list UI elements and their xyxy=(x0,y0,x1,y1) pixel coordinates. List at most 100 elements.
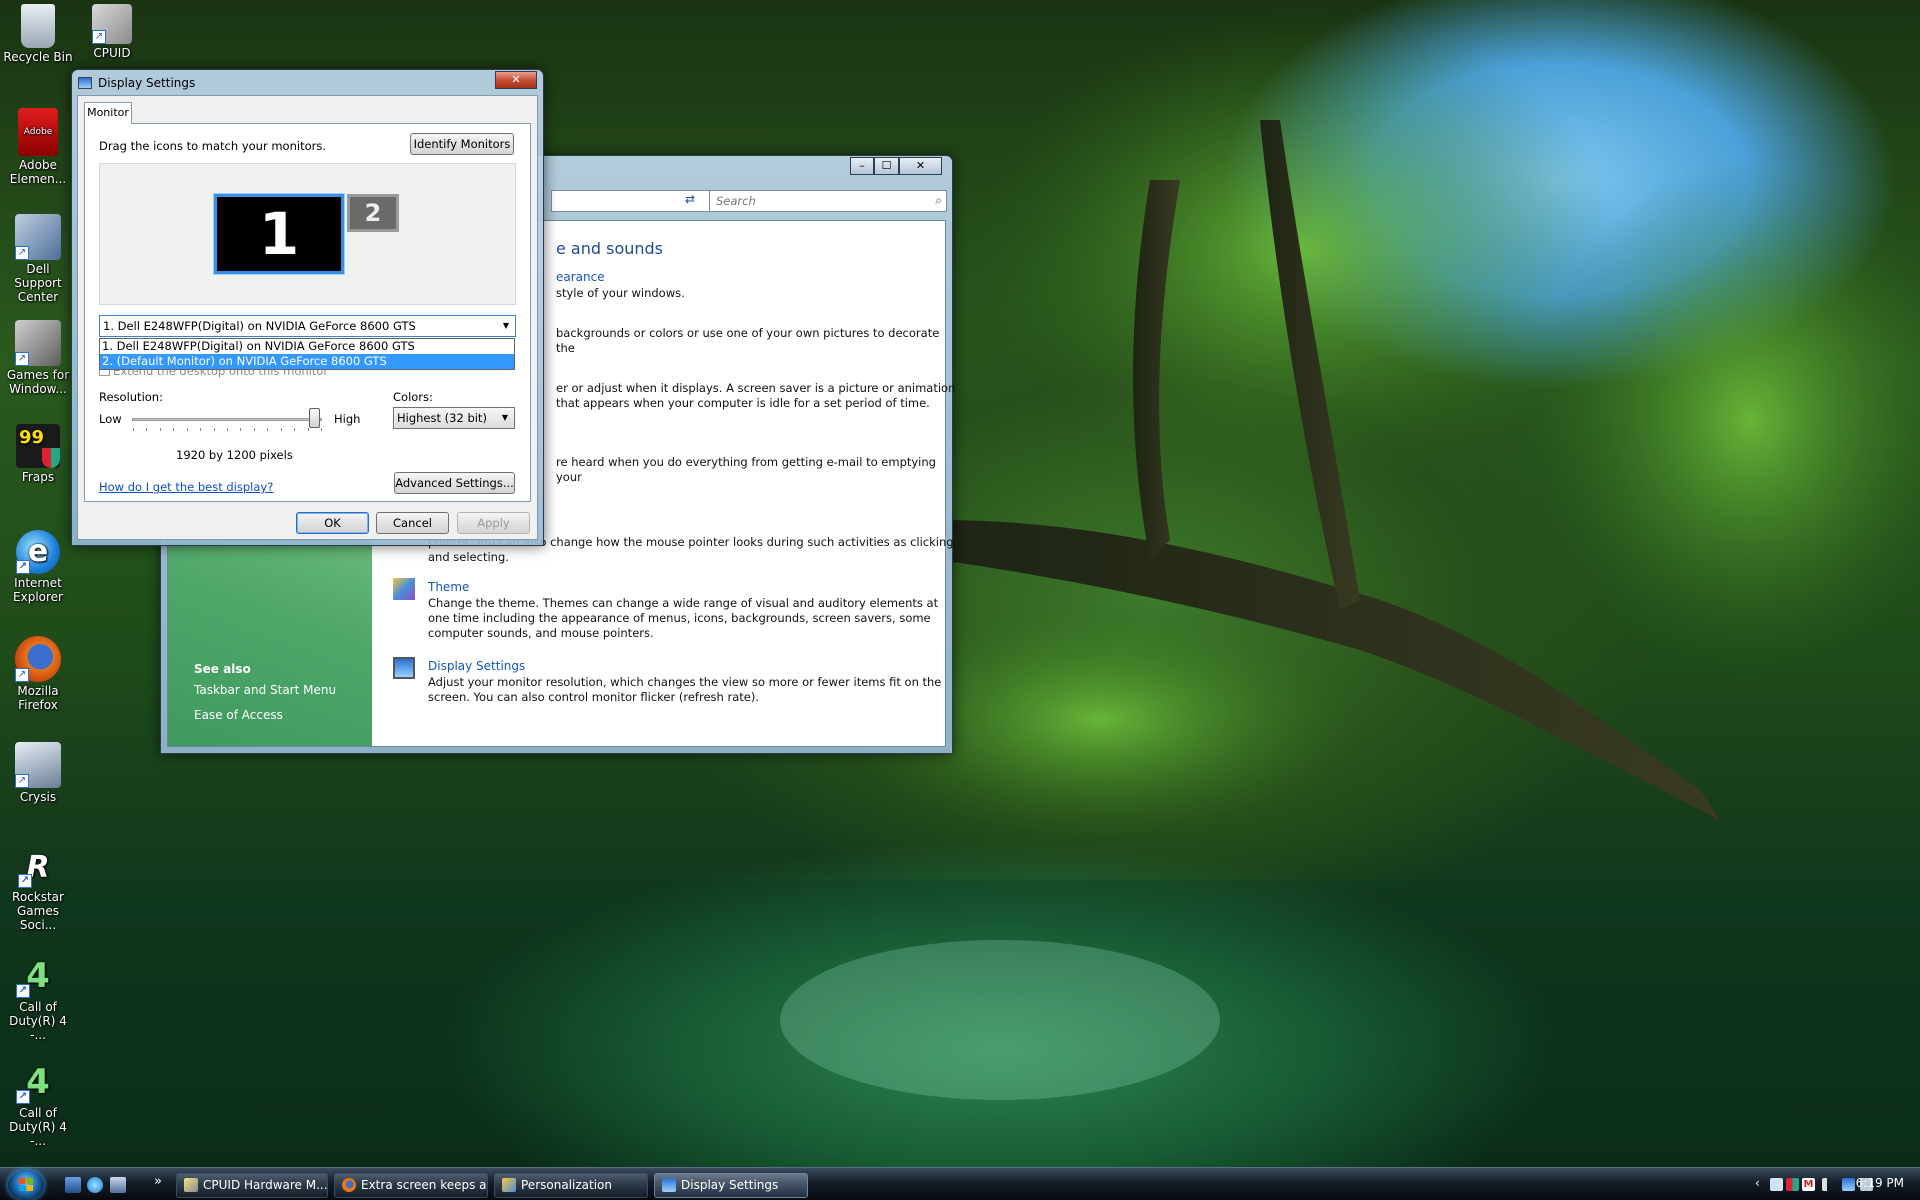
desktop-icon-cpuid[interactable]: ↗ CPUID xyxy=(75,4,149,60)
task-link-window-color[interactable]: earance xyxy=(556,270,605,284)
minimize-button[interactable]: – xyxy=(850,157,874,175)
personalization-icon xyxy=(502,1178,516,1192)
display-settings-icon xyxy=(78,77,92,89)
slider-tick xyxy=(267,428,268,431)
dialog-titlebar[interactable]: Display Settings xyxy=(72,70,543,96)
desktop-icon-label: Games for Window... xyxy=(6,368,70,396)
theme-icon xyxy=(393,578,415,600)
network-icon[interactable] xyxy=(1770,1178,1783,1191)
colors-select[interactable]: Highest (32 bit) ▼ xyxy=(393,407,515,429)
desktop-icon-adobe[interactable]: Adobe Adobe Elemen... xyxy=(1,108,75,186)
task-link-theme[interactable]: Theme xyxy=(428,580,469,594)
slider-tick xyxy=(187,428,188,431)
desktop-icon-label: Internet Explorer xyxy=(13,576,63,604)
rockstar-icon: R ↗ xyxy=(18,848,58,888)
tab-monitor[interactable]: Monitor xyxy=(84,102,132,124)
monitor-select[interactable]: 1. Dell E248WFP(Digital) on NVIDIA GeFor… xyxy=(99,315,516,337)
instruction-text: Drag the icons to match your monitors. xyxy=(99,139,326,153)
taskbar-item-firefox[interactable]: Extra screen keeps a... xyxy=(334,1173,488,1198)
desktop-icon-label: CPUID xyxy=(93,46,131,60)
desktop-icon-crysis[interactable]: ↗ Crysis xyxy=(1,742,75,804)
task-link-display-settings[interactable]: Display Settings xyxy=(428,659,525,673)
taskbar-item-personalization[interactable]: Personalization xyxy=(494,1173,648,1198)
apply-button[interactable]: Apply xyxy=(457,512,530,534)
internet-explorer-icon[interactable] xyxy=(87,1177,103,1193)
desktop-icon-label: Mozilla Firefox xyxy=(17,684,59,712)
advanced-settings-button[interactable]: Advanced Settings... xyxy=(394,472,515,494)
resolution-low-label: Low xyxy=(99,412,122,426)
windows-logo-icon xyxy=(19,1178,33,1191)
slider-tick xyxy=(160,428,161,431)
close-button[interactable]: ✕ xyxy=(495,71,537,89)
start-button[interactable] xyxy=(8,1170,44,1200)
firefox-icon: ↗ xyxy=(15,636,61,682)
slider-tick xyxy=(254,428,255,431)
desktop-icon-firefox[interactable]: ↗ Mozilla Firefox xyxy=(1,636,75,712)
show-desktop-icon[interactable] xyxy=(65,1177,81,1193)
search-box[interactable]: ⌕ xyxy=(709,190,947,212)
resolution-slider-track[interactable] xyxy=(132,418,322,421)
desktop-icon-call-of-duty-2[interactable]: 4 ↗ Call of Duty(R) 4 -... xyxy=(1,1060,75,1148)
see-also-heading: See also xyxy=(194,662,251,676)
desktop-icon-internet-explorer[interactable]: e ↗ Internet Explorer xyxy=(1,530,75,604)
desktop-icon-rockstar[interactable]: R ↗ Rockstar Games Soci... xyxy=(1,848,75,932)
refresh-icon[interactable]: ⇄ xyxy=(679,192,701,212)
taskbar-clock[interactable]: 6:19 PM xyxy=(1856,1176,1904,1190)
switch-windows-icon[interactable] xyxy=(110,1177,126,1193)
firefox-icon xyxy=(342,1178,356,1192)
desktop-icon-label: Call of Duty(R) 4 -... xyxy=(9,1000,67,1042)
slider-tick xyxy=(321,428,322,431)
shortcut-arrow-icon: ↗ xyxy=(92,30,106,44)
monitor-option-2[interactable]: 2. (Default Monitor) on NVIDIA GeForce 8… xyxy=(100,354,514,369)
see-also-link-ease-of-access[interactable]: Ease of Access xyxy=(194,708,283,722)
chevron-down-icon[interactable]: ▼ xyxy=(499,318,513,334)
cpuid-icon xyxy=(184,1178,198,1192)
desktop-icon-recycle-bin[interactable]: Recycle Bin xyxy=(1,4,75,64)
maximize-button[interactable]: ☐ xyxy=(874,157,899,175)
monitor-tray-icon[interactable] xyxy=(1842,1178,1855,1191)
call-of-duty-icon: 4 ↗ xyxy=(16,954,60,998)
ok-button[interactable]: OK xyxy=(296,512,369,534)
shortcut-arrow-icon: ↗ xyxy=(16,984,30,998)
resolution-value: 1920 by 1200 pixels xyxy=(176,448,293,462)
task-desc-display-settings: Adjust your monitor resolution, which ch… xyxy=(428,675,942,704)
gmail-notifier-icon[interactable]: M xyxy=(1802,1178,1815,1191)
shortcut-arrow-icon: ↗ xyxy=(16,1090,30,1104)
display-settings-icon xyxy=(393,657,415,679)
close-button[interactable]: ✕ xyxy=(899,157,942,175)
monitor-1-icon[interactable]: 1 xyxy=(214,194,344,274)
security-shield-icon[interactable] xyxy=(1786,1178,1799,1191)
see-also-link-taskbar[interactable]: Taskbar and Start Menu xyxy=(194,683,336,697)
games-folder-icon: ↗ xyxy=(15,320,61,366)
volume-icon[interactable] xyxy=(1822,1178,1835,1191)
chevron-down-icon[interactable]: ▼ xyxy=(498,410,512,426)
cancel-button[interactable]: Cancel xyxy=(376,512,449,534)
crysis-icon: ↗ xyxy=(15,742,61,788)
shortcut-arrow-icon: ↗ xyxy=(15,668,29,682)
search-icon[interactable]: ⌕ xyxy=(935,193,942,208)
task-desc-window-color: style of your windows. xyxy=(556,286,685,300)
desktop-icon-dell-support[interactable]: ↗ Dell Support Center xyxy=(1,214,75,304)
search-input[interactable] xyxy=(714,192,914,210)
best-display-help-link[interactable]: How do I get the best display? xyxy=(99,480,273,494)
taskbar-item-display-settings[interactable]: Display Settings xyxy=(654,1173,808,1198)
slider-tick xyxy=(146,428,147,431)
shortcut-arrow-icon: ↗ xyxy=(15,774,29,788)
monitor-option-1[interactable]: 1. Dell E248WFP(Digital) on NVIDIA GeFor… xyxy=(100,339,514,354)
desktop-icon-label: Rockstar Games Soci... xyxy=(12,890,64,932)
monitor-select-options[interactable]: 1. Dell E248WFP(Digital) on NVIDIA GeFor… xyxy=(99,338,515,370)
task-desc-sounds: re heard when you do everything from get… xyxy=(556,455,936,484)
taskbar-item-cpuid[interactable]: CPUID Hardware M... xyxy=(176,1173,328,1198)
taskbar-overflow-chevron[interactable]: » xyxy=(154,1174,162,1189)
resolution-slider-thumb[interactable] xyxy=(309,408,320,428)
identify-monitors-button[interactable]: Identify Monitors xyxy=(410,133,514,155)
slider-tick xyxy=(227,428,228,431)
slider-tick xyxy=(214,428,215,431)
tray-chevron-left-icon[interactable]: ‹ xyxy=(1755,1176,1760,1190)
desktop-icon-games[interactable]: ↗ Games for Window... xyxy=(1,320,75,396)
desktop-icon-fraps[interactable]: 99 Fraps xyxy=(1,424,75,484)
slider-tick xyxy=(133,428,134,431)
monitor-2-icon[interactable]: 2 xyxy=(347,194,399,232)
slider-tick xyxy=(200,428,201,431)
desktop-icon-call-of-duty-1[interactable]: 4 ↗ Call of Duty(R) 4 -... xyxy=(1,954,75,1042)
